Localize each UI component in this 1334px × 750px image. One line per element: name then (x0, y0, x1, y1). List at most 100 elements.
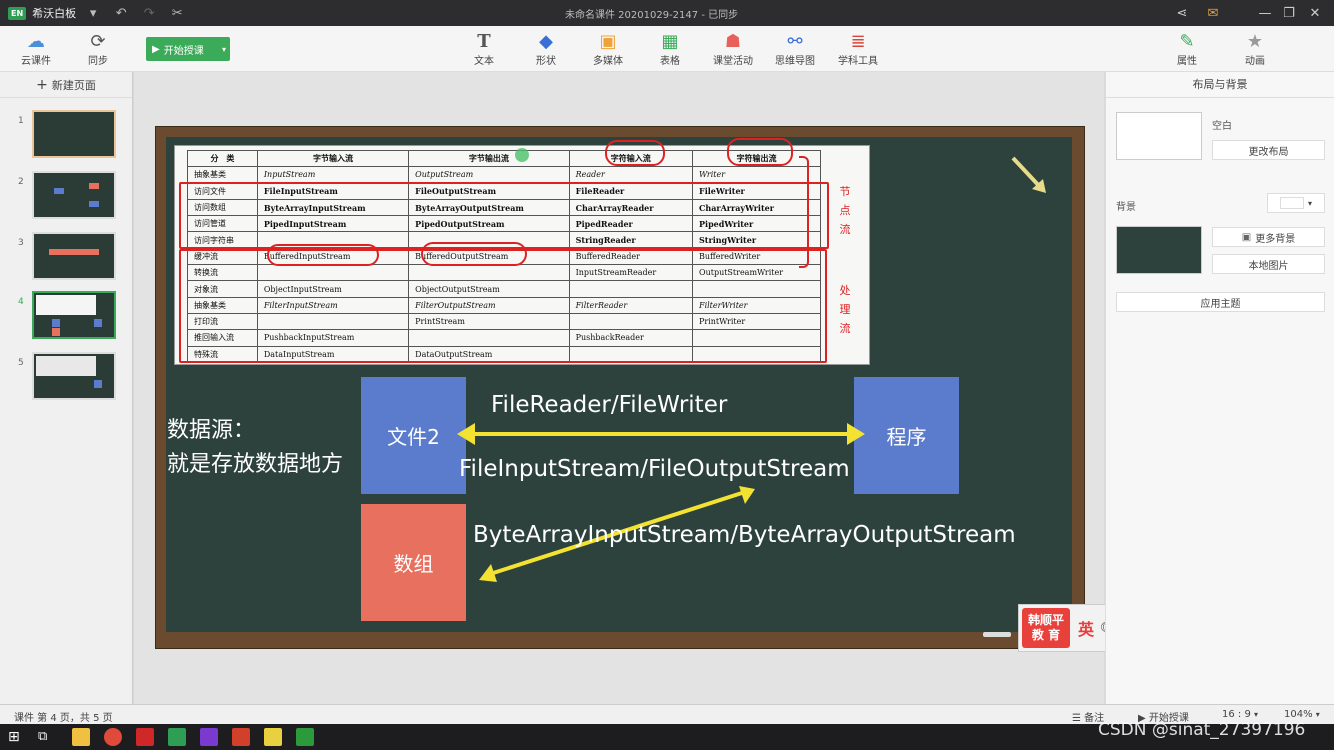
background-color-select[interactable]: ▾ (1267, 193, 1325, 213)
pointer-arrow-icon (1011, 156, 1046, 193)
arrow-head-right (847, 423, 865, 445)
file-stream-label[interactable]: FileInputStream/FileOutputStream (459, 456, 850, 482)
aspect-ratio-select[interactable]: 16 : 9 ▾ (1222, 709, 1258, 720)
thumbnail-image (32, 171, 116, 219)
arrow-head-left (457, 423, 475, 445)
subject-tools-button[interactable]: ≣ 学科工具 (833, 30, 883, 68)
file-reader-writer-label[interactable]: FileReader/FileWriter (491, 392, 727, 418)
page-thumbnail[interactable]: 3 (0, 232, 133, 282)
data-source-desc[interactable]: 就是存放数据地方 (167, 446, 343, 478)
more-backgrounds-button[interactable]: ▣ 更多背景 (1212, 227, 1325, 247)
processing-stream-highlight (179, 249, 827, 363)
sync-button[interactable]: ⟳ 同步 (73, 30, 123, 68)
document-title[interactable]: 未命名课件 20201029-2147 - 已同步 (565, 6, 738, 21)
main-toolbar: ☁ 云课件 ⟳ 同步 ▶ 开始授课 ▾ T 文本 ◆ 形状 ▣ 多媒体 ▦ 表格… (0, 26, 1334, 72)
media-tool-button[interactable]: ▣ 多媒体 (583, 30, 633, 68)
image-icon: ▣ (599, 30, 617, 52)
text-tool-button[interactable]: T 文本 (459, 30, 509, 68)
chevron-down-icon: ▾ (1254, 710, 1259, 719)
minimize-icon[interactable]: — (1255, 3, 1275, 23)
seewo-icon[interactable] (168, 728, 186, 746)
file-explorer-icon[interactable] (72, 728, 90, 746)
buffered-output-circle (421, 242, 527, 266)
apply-theme-button[interactable]: 应用主题 (1116, 292, 1325, 312)
redo-icon[interactable]: ↷ (138, 2, 160, 24)
node-stream-highlight (179, 182, 829, 249)
layout-preview[interactable] (1116, 112, 1202, 160)
new-page-button[interactable]: + 新建页面 (0, 72, 132, 98)
file-box[interactable]: 文件2 (361, 377, 466, 494)
brush-icon: ✎ (1179, 30, 1195, 52)
editor-icon[interactable] (200, 728, 218, 746)
scissors-icon[interactable]: ✂ (166, 2, 188, 24)
person-icon: ☗ (724, 30, 742, 52)
array-box[interactable]: 数组 (361, 504, 466, 621)
wps-icon[interactable] (232, 728, 250, 746)
ime-logo: 韩顺平 教 育 (1022, 608, 1070, 648)
sync-icon: ⟳ (90, 30, 106, 52)
page-sidebar: + 新建页面 1 2 3 4 5 (0, 72, 133, 704)
app-logo: EN (8, 6, 27, 20)
chevron-down-icon: ▾ (1315, 710, 1320, 719)
node-stream-label: 节 点 流 (839, 185, 851, 236)
data-source-title[interactable]: 数据源： (167, 412, 255, 444)
notes-icon: ☰ (1072, 713, 1081, 724)
title-bar: EN 希沃白板 ▾ ↶ ↷ ✂ 未命名课件 20201029-2147 - 已同… (0, 0, 1334, 26)
cloud-icon: ☁ (27, 30, 45, 52)
io-stream-table[interactable]: 分 类 字节输入流 字节输出流 字符输入流 字符输出流 抽象基类 InputStr… (174, 138, 870, 365)
menu-dropdown-icon[interactable]: ▾ (82, 2, 104, 24)
plus-icon: + (36, 76, 48, 93)
properties-button[interactable]: ✎ 属性 (1162, 30, 1212, 68)
windows-start-icon[interactable]: ⊞ (8, 729, 20, 745)
page-thumbnail-active[interactable]: 4 (0, 291, 133, 341)
animation-button[interactable]: ★ 动画 (1230, 30, 1280, 68)
zoom-select[interactable]: 104% ▾ (1284, 709, 1320, 720)
star-icon: ★ (1246, 30, 1264, 52)
close-icon[interactable]: ✕ (1305, 3, 1325, 23)
page-thumbnail[interactable]: 5 (0, 352, 133, 402)
background-label: 背景 (1116, 202, 1136, 213)
image-icon: ▣ (1241, 231, 1252, 243)
processing-stream-label: 处 理 流 (839, 284, 851, 335)
app-name: 希沃白板 (32, 7, 77, 20)
mindmap-button[interactable]: ⚯ 思维导图 (770, 30, 820, 68)
panel-title: 布局与背景 (1106, 72, 1334, 98)
csdn-watermark: CSDN @sinat_27397196 (1098, 720, 1306, 740)
chalk-eraser (983, 632, 1011, 637)
class-activity-button[interactable]: ☗ 课堂活动 (708, 30, 758, 68)
chrome-icon[interactable] (104, 728, 122, 746)
char-output-circle (727, 138, 793, 166)
restore-icon[interactable]: ❐ (1279, 3, 1299, 23)
undo-icon[interactable]: ↶ (110, 2, 132, 24)
cloud-courseware-button[interactable]: ☁ 云课件 (11, 30, 61, 68)
cursor-dot (515, 148, 529, 162)
page-thumbnail[interactable]: 2 (0, 171, 133, 221)
share-icon[interactable]: ⋖ (1172, 3, 1192, 23)
char-input-circle (605, 140, 665, 166)
notepad-icon[interactable] (264, 728, 282, 746)
table-tool-button[interactable]: ▦ 表格 (645, 30, 695, 68)
change-layout-button[interactable]: 更改布局 (1212, 140, 1325, 160)
page-thumbnail[interactable]: 1 (0, 110, 133, 160)
color-swatch (1279, 197, 1304, 209)
shape-icon: ◆ (539, 30, 553, 52)
mindmap-icon: ⚯ (787, 30, 803, 52)
books-icon: ≣ (850, 30, 866, 52)
task-view-icon[interactable]: ⧉ (38, 729, 47, 744)
play-icon: ▶ (152, 43, 160, 55)
ime-language[interactable]: 英 (1078, 616, 1094, 640)
chevron-down-icon[interactable]: ▾ (222, 45, 226, 54)
page-counter: 课件 第 4 页，共 5 页 (14, 713, 113, 724)
mail-icon[interactable]: ✉ (1203, 3, 1223, 23)
shape-tool-button[interactable]: ◆ 形状 (521, 30, 571, 68)
table-header-row: 分 类 字节输入流 字节输出流 字符输入流 字符输出流 (187, 149, 821, 168)
thumbnail-image (32, 232, 116, 280)
bytearray-stream-label[interactable]: ByteArrayInputStream/ByteArrayOutputStre… (473, 522, 1016, 548)
background-preview[interactable] (1116, 226, 1202, 274)
terminal-icon[interactable] (296, 728, 314, 746)
start-teaching-button[interactable]: ▶ 开始授课 ▾ (146, 37, 230, 61)
text-icon: T (477, 30, 491, 52)
local-image-button[interactable]: 本地图片 (1212, 254, 1325, 274)
os-taskbar: ⊞ ⧉ CSDN @sinat_27397196 (0, 720, 1334, 750)
xmind-icon[interactable] (136, 728, 154, 746)
